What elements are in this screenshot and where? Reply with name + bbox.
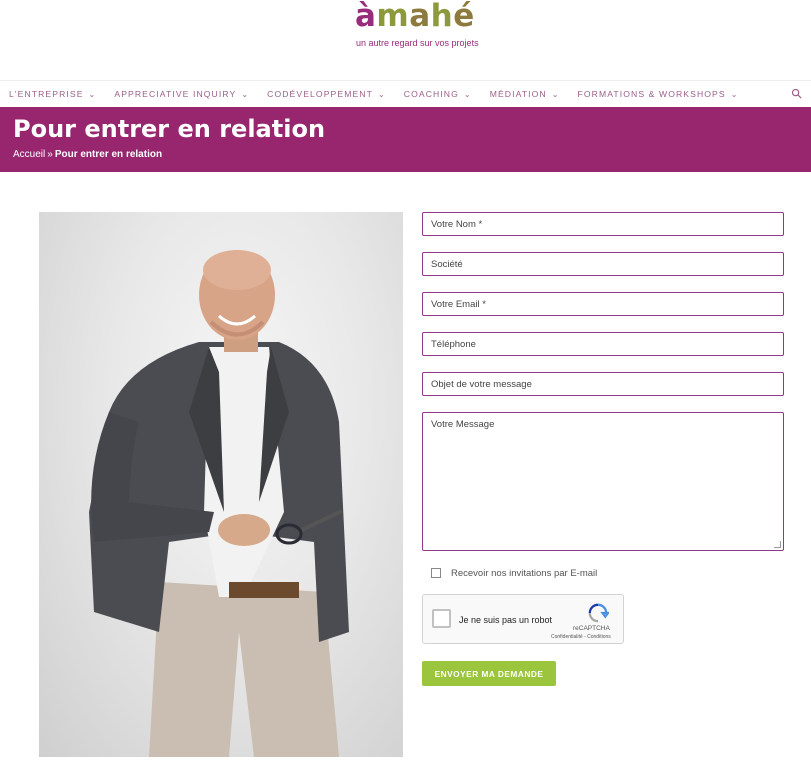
nav-item-label: APPRECIATIVE INQUIRY: [114, 88, 237, 99]
nav-item-label: COACHING: [403, 88, 459, 99]
name-field-placeholder: Votre Nom *: [431, 219, 483, 230]
breadcrumb-home-link[interactable]: Accueil: [13, 149, 45, 160]
chevron-down-icon: ⌄: [377, 89, 386, 99]
resize-handle-icon[interactable]: [774, 541, 781, 548]
nav-item-label: MÉDIATION: [489, 88, 547, 99]
newsletter-checkbox[interactable]: [431, 568, 441, 578]
recaptcha-links[interactable]: Confidentialité - Conditions: [551, 634, 611, 640]
subject-field[interactable]: Objet de votre message: [422, 372, 784, 396]
portrait-illustration: [89, 250, 349, 757]
company-field[interactable]: Société: [422, 252, 784, 276]
chevron-down-icon: ⌄: [88, 89, 97, 99]
logo-wordmark: àmahé: [355, 0, 475, 34]
chevron-down-icon: ⌄: [241, 89, 250, 99]
company-field-placeholder: Société: [431, 259, 463, 270]
nav-item-entreprise[interactable]: L'ENTREPRISE ⌄: [9, 89, 96, 99]
chevron-down-icon: ⌄: [463, 89, 472, 99]
recaptcha-label: Je ne suis pas un robot: [459, 615, 553, 625]
submit-button[interactable]: ENVOYER MA DEMANDE: [422, 661, 556, 686]
email-field[interactable]: Votre Email *: [422, 292, 784, 316]
logo-tagline: un autre regard sur vos projets: [356, 38, 479, 48]
recaptcha-checkbox[interactable]: [432, 609, 451, 628]
chevron-down-icon: ⌄: [730, 89, 739, 99]
search-icon[interactable]: [791, 88, 802, 99]
page-header-band: Pour entrer en relation Accueil» Pour ent…: [0, 107, 811, 172]
message-textarea-placeholder: Votre Message: [431, 419, 495, 430]
nav-item-appreciative-inquiry[interactable]: APPRECIATIVE INQUIRY ⌄: [114, 89, 249, 99]
phone-field-placeholder: Téléphone: [431, 339, 476, 350]
nav-menu: L'ENTREPRISE ⌄ APPRECIATIVE INQUIRY ⌄ CODÉ…: [9, 81, 757, 106]
site-logo[interactable]: àmahé un autre regard sur vos projets: [355, 0, 479, 48]
nav-item-formations[interactable]: FORMATIONS & WORKSHOPS ⌄: [578, 89, 739, 99]
phone-field[interactable]: Téléphone: [422, 332, 784, 356]
nav-item-label: CODÉVELOPPEMENT: [267, 88, 373, 99]
recaptcha-logo-icon: [588, 603, 609, 623]
recaptcha-widget: Je ne suis pas un robot reCAPTCHA Confid…: [422, 594, 624, 644]
newsletter-option: Recevoir nos invitations par E-mail: [431, 567, 597, 579]
newsletter-label[interactable]: Recevoir nos invitations par E-mail: [451, 568, 597, 579]
nav-item-mediation[interactable]: MÉDIATION ⌄: [490, 89, 560, 99]
message-textarea[interactable]: Votre Message: [422, 412, 784, 551]
email-field-placeholder: Votre Email *: [431, 299, 486, 310]
name-field[interactable]: Votre Nom *: [422, 212, 784, 236]
chevron-down-icon: ⌄: [551, 89, 560, 99]
page-title: Pour entrer en relation: [13, 115, 326, 143]
breadcrumb-separator: »: [47, 149, 53, 160]
breadcrumb-current: Pour entrer en relation: [54, 149, 163, 160]
nav-item-coaching[interactable]: COACHING ⌄: [404, 89, 472, 99]
nav-item-label: L'ENTREPRISE: [9, 88, 84, 99]
breadcrumb: Accueil» Pour entrer en relation: [13, 149, 162, 160]
recaptcha-brand: reCAPTCHA: [573, 625, 610, 632]
subject-field-placeholder: Objet de votre message: [431, 379, 532, 390]
nav-item-codeveloppement[interactable]: CODÉVELOPPEMENT ⌄: [267, 89, 386, 99]
main-nav: L'ENTREPRISE ⌄ APPRECIATIVE INQUIRY ⌄ CODÉ…: [0, 80, 811, 106]
nav-item-label: FORMATIONS & WORKSHOPS: [577, 88, 726, 99]
portrait-photo: [39, 212, 403, 757]
